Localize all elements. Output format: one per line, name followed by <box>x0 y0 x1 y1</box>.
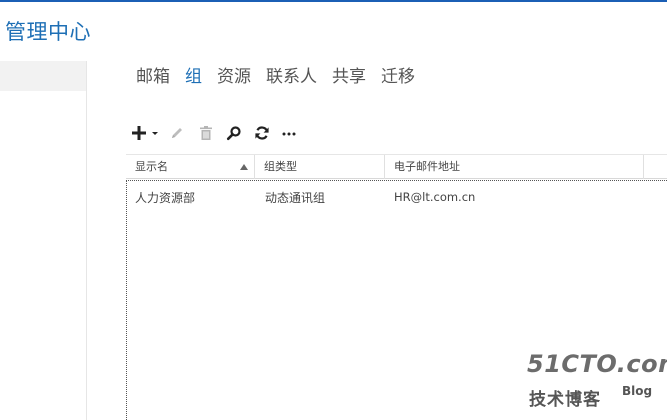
tab-contacts[interactable]: 联系人 <box>266 62 317 87</box>
column-header-display-name[interactable]: 显示名 <box>126 155 255 179</box>
top-accent-bar <box>0 0 667 2</box>
more-button[interactable] <box>276 125 302 141</box>
tab-groups[interactable]: 组 <box>185 62 202 87</box>
add-button[interactable] <box>128 124 162 142</box>
tab-migration[interactable]: 迁移 <box>381 62 415 87</box>
column-header-label: 组类型 <box>264 160 297 173</box>
column-header-label: 电子邮件地址 <box>394 160 460 173</box>
refresh-button[interactable] <box>248 125 276 141</box>
refresh-icon <box>255 126 269 140</box>
more-icon <box>282 132 296 136</box>
toolbar <box>128 122 302 144</box>
app-title: 管理中心 <box>5 20 91 44</box>
edit-icon <box>172 128 182 138</box>
edit-button[interactable] <box>162 125 192 141</box>
watermark-blog-text: Blog <box>622 384 653 398</box>
tab-mailbox[interactable]: 邮箱 <box>136 62 170 87</box>
table-row[interactable]: 人力资源部 动态通讯组 HR@lt.com.cn <box>127 181 667 213</box>
search-icon <box>226 126 241 141</box>
watermark-sub-text: 技术博客 <box>529 390 601 410</box>
column-header-email[interactable]: 电子邮件地址 <box>385 155 644 179</box>
left-nav-selected-item[interactable] <box>0 61 86 91</box>
column-header-label: 显示名 <box>135 160 168 173</box>
cell-email: HR@lt.com.cn <box>394 190 476 204</box>
tab-sharing[interactable]: 共享 <box>332 62 366 87</box>
tab-resources[interactable]: 资源 <box>217 62 251 87</box>
sort-ascending-icon <box>240 164 248 170</box>
site-watermark: 51CTO.com 技术博客 Blog <box>523 350 667 412</box>
add-icon <box>132 126 158 140</box>
column-header-group-type[interactable]: 组类型 <box>255 155 385 179</box>
delete-button[interactable] <box>192 125 220 141</box>
tab-bar: 邮箱 组 资源 联系人 共享 迁移 <box>136 62 430 87</box>
cell-display-name: 人力资源部 <box>135 190 196 205</box>
cell-group-type: 动态通讯组 <box>265 190 326 205</box>
content-divider <box>86 61 87 420</box>
delete-icon <box>200 126 212 140</box>
watermark-main-text: 51CTO.com <box>527 350 667 378</box>
grid-header: 显示名 组类型 电子邮件地址 <box>126 154 667 179</box>
search-button[interactable] <box>220 125 248 141</box>
